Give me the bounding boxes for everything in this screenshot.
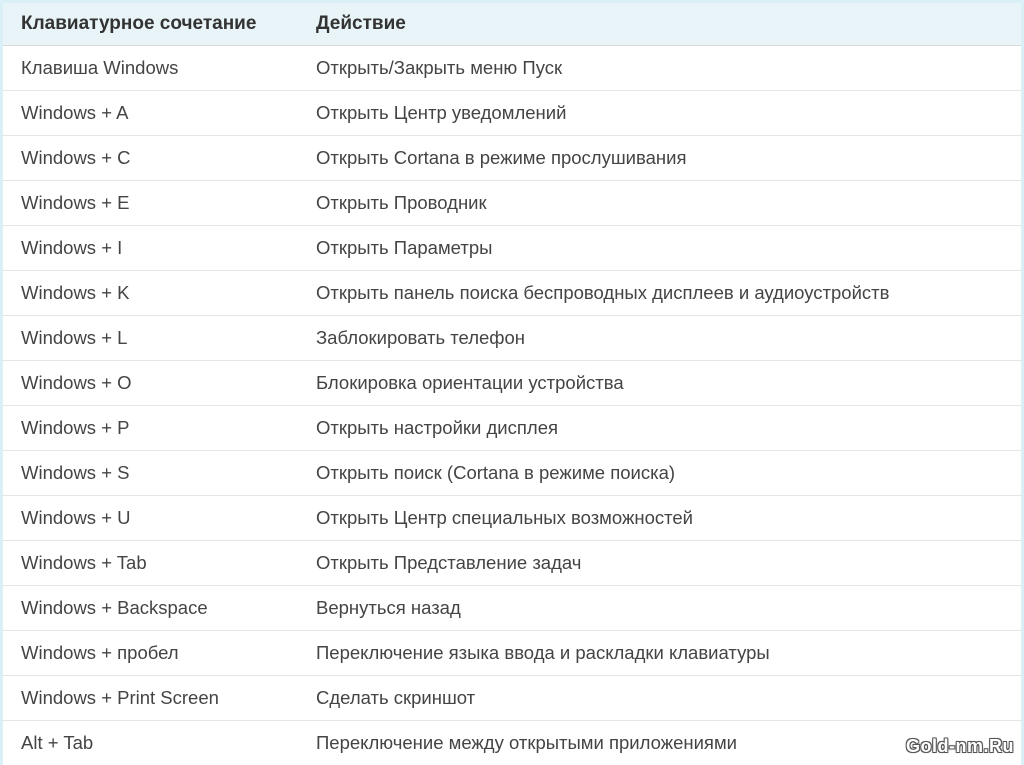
table-row: Windows + пробелПереключение языка ввода… bbox=[3, 631, 1021, 676]
action-cell: Открыть Проводник bbox=[298, 181, 1021, 226]
action-cell: Открыть Центр специальных возможностей bbox=[298, 496, 1021, 541]
action-cell: Вернуться назад bbox=[298, 586, 1021, 631]
table-row: Windows + OБлокировка ориентации устройс… bbox=[3, 361, 1021, 406]
table-row: Alt + TabПереключение между открытыми пр… bbox=[3, 721, 1021, 765]
table-row: Windows + PОткрыть настройки дисплея bbox=[3, 406, 1021, 451]
shortcut-cell: Windows + C bbox=[3, 136, 298, 181]
action-cell: Сделать скриншот bbox=[298, 676, 1021, 721]
header-action: Действие bbox=[298, 3, 1021, 46]
shortcut-cell: Windows + K bbox=[3, 271, 298, 316]
shortcut-cell: Windows + Print Screen bbox=[3, 676, 298, 721]
table-header: Клавиатурное сочетание Действие bbox=[3, 3, 1021, 46]
table-row: Клавиша WindowsОткрыть/Закрыть меню Пуск bbox=[3, 46, 1021, 91]
action-cell: Открыть поиск (Cortana в режиме поиска) bbox=[298, 451, 1021, 496]
table-body: Клавиша WindowsОткрыть/Закрыть меню Пуск… bbox=[3, 46, 1021, 765]
shortcut-cell: Клавиша Windows bbox=[3, 46, 298, 91]
shortcut-cell: Windows + I bbox=[3, 226, 298, 271]
action-cell: Заблокировать телефон bbox=[298, 316, 1021, 361]
shortcut-cell: Windows + Tab bbox=[3, 541, 298, 586]
shortcut-cell: Windows + пробел bbox=[3, 631, 298, 676]
table-row: Windows + CОткрыть Cortana в режиме прос… bbox=[3, 136, 1021, 181]
shortcut-cell: Windows + Backspace bbox=[3, 586, 298, 631]
table-row: Windows + LЗаблокировать телефон bbox=[3, 316, 1021, 361]
table-row: Windows + Print ScreenСделать скриншот bbox=[3, 676, 1021, 721]
shortcut-cell: Windows + L bbox=[3, 316, 298, 361]
action-cell: Открыть Представление задач bbox=[298, 541, 1021, 586]
action-cell: Открыть настройки дисплея bbox=[298, 406, 1021, 451]
table-row: Windows + EОткрыть Проводник bbox=[3, 181, 1021, 226]
watermark: Gold-nm.Ru bbox=[906, 736, 1014, 757]
action-cell: Открыть Параметры bbox=[298, 226, 1021, 271]
shortcut-cell: Windows + S bbox=[3, 451, 298, 496]
action-cell: Открыть/Закрыть меню Пуск bbox=[298, 46, 1021, 91]
action-cell: Открыть Cortana в режиме прослушивания bbox=[298, 136, 1021, 181]
action-cell: Переключение языка ввода и раскладки кла… bbox=[298, 631, 1021, 676]
table-row: Windows + IОткрыть Параметры bbox=[3, 226, 1021, 271]
shortcuts-table-container: Клавиатурное сочетание Действие Клавиша … bbox=[3, 3, 1021, 760]
action-cell: Открыть панель поиска беспроводных диспл… bbox=[298, 271, 1021, 316]
shortcut-cell: Windows + U bbox=[3, 496, 298, 541]
shortcuts-table: Клавиатурное сочетание Действие Клавиша … bbox=[3, 3, 1021, 765]
table-row: Windows + TabОткрыть Представление задач bbox=[3, 541, 1021, 586]
shortcut-cell: Windows + P bbox=[3, 406, 298, 451]
shortcut-cell: Windows + O bbox=[3, 361, 298, 406]
action-cell: Открыть Центр уведомлений bbox=[298, 91, 1021, 136]
header-shortcut: Клавиатурное сочетание bbox=[3, 3, 298, 46]
table-row: Windows + AОткрыть Центр уведомлений bbox=[3, 91, 1021, 136]
table-row: Windows + SОткрыть поиск (Cortana в режи… bbox=[3, 451, 1021, 496]
shortcut-cell: Windows + A bbox=[3, 91, 298, 136]
table-row: Windows + BackspaceВернуться назад bbox=[3, 586, 1021, 631]
table-row: Windows + UОткрыть Центр специальных воз… bbox=[3, 496, 1021, 541]
table-row: Windows + KОткрыть панель поиска беспров… bbox=[3, 271, 1021, 316]
shortcut-cell: Alt + Tab bbox=[3, 721, 298, 765]
action-cell: Блокировка ориентации устройства bbox=[298, 361, 1021, 406]
shortcut-cell: Windows + E bbox=[3, 181, 298, 226]
